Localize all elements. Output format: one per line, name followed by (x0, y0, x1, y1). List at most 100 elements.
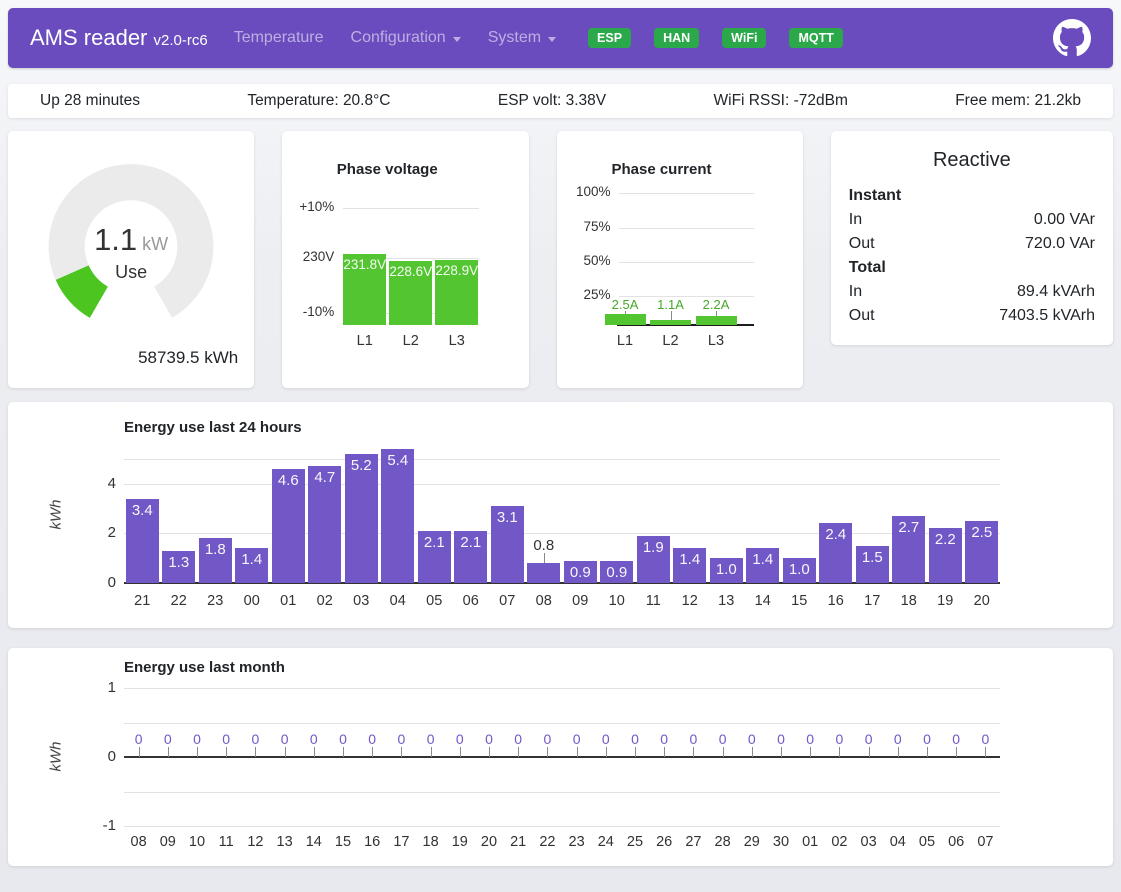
nav-item-system[interactable]: System (488, 29, 556, 47)
energy-bar-value: 0 (124, 731, 153, 747)
x-tick-label: 03 (854, 834, 883, 850)
gauge-value: 1.1 (94, 222, 137, 257)
x-tick-label: 08 (526, 593, 563, 609)
x-tick-label: L1 (343, 333, 386, 349)
x-tick-label: L3 (435, 333, 478, 349)
x-tick-label: 19 (445, 834, 474, 850)
x-tick-label: 04 (380, 593, 417, 609)
label-connector-line (752, 747, 753, 757)
label-connector-line (869, 747, 870, 757)
energy-bar-22: 1.3 (162, 551, 195, 583)
x-tick-label: 09 (153, 834, 182, 850)
energy-bar-19: 2.2 (929, 528, 962, 583)
status-item: ESP volt: 3.38V (498, 92, 606, 110)
energy-bar-value: 0.8 (526, 537, 563, 554)
current-bar-value: 1.1A (650, 297, 691, 312)
gridline (124, 484, 1000, 485)
energy-bar-value: 2.5 (963, 524, 1000, 541)
phase-current-chart: 100%75%50%25%2.5AL11.1AL22.2AL3 (557, 186, 803, 361)
x-tick-label: 03 (343, 593, 380, 609)
energy-bar-value: 1.4 (671, 551, 708, 568)
energy-bar-value: 1.0 (708, 561, 745, 578)
gauge-label: Use (8, 262, 254, 283)
x-tick-label: 22 (533, 834, 562, 850)
energy-bar-value: 2.1 (416, 534, 453, 551)
app-title[interactable]: AMS reader v2.0-rc6 (30, 25, 208, 51)
label-connector-line (898, 747, 899, 757)
energy-bar-value: 0 (153, 731, 182, 747)
energy-bar-value: 4.6 (270, 472, 307, 489)
x-tick-label: 06 (942, 834, 971, 850)
energy-bar-value: 0 (708, 731, 737, 747)
gridline (124, 533, 1000, 534)
reactive-title: Reactive (849, 149, 1095, 172)
energy-bar-02: 4.7 (308, 466, 341, 583)
github-icon (1053, 19, 1091, 57)
energy-bar-value: 0 (241, 731, 270, 747)
energy-bar-10: 0.9 (600, 561, 633, 583)
x-tick-label: 24 (591, 834, 620, 850)
energy-month-chart: 10-1kWh008009010011012013014015016017018… (8, 648, 1113, 866)
label-connector-line (518, 747, 519, 757)
voltage-bar-value: 228.9V (435, 263, 478, 278)
label-connector-line (285, 747, 286, 757)
y-tick-label: -10% (282, 304, 334, 319)
energy-bar-06: 2.1 (454, 531, 487, 583)
nav-item-temperature[interactable]: Temperature (234, 29, 324, 47)
label-connector-line (839, 747, 840, 757)
label-connector-line (401, 747, 402, 757)
gridline (124, 826, 1000, 827)
nav-item-label: System (488, 29, 541, 47)
badge-esp: ESP (588, 28, 631, 49)
x-tick-label: 14 (299, 834, 328, 850)
energy-bar-00: 1.4 (235, 548, 268, 583)
reactive-row-label: In (849, 280, 862, 304)
label-connector-line (625, 311, 626, 314)
energy-bar-value: 5.4 (379, 452, 416, 469)
chevron-down-icon (548, 37, 556, 42)
reactive-row-total-in: In89.4 kVArh (849, 280, 1095, 304)
nav-item-configuration[interactable]: Configuration (351, 29, 461, 47)
x-tick-label: L3 (696, 333, 737, 349)
label-connector-line (781, 747, 782, 757)
energy-bar-value: 0 (299, 731, 328, 747)
current-bar-l1 (605, 314, 646, 325)
phase-voltage-chart: +10%230V-10%231.8VL1228.6VL2228.9VL3 (282, 196, 528, 361)
energy-bar-value: 0 (358, 731, 387, 747)
y-tick-label: +10% (282, 199, 334, 214)
x-tick-label: 19 (927, 593, 964, 609)
gridline (619, 262, 754, 263)
energy-bar-value: 1.4 (744, 551, 781, 568)
energy-bar-03: 5.2 (345, 454, 378, 583)
energy-bar-value: 1.0 (781, 561, 818, 578)
x-tick-label: 06 (453, 593, 490, 609)
label-connector-line (460, 747, 461, 757)
y-tick-label: 100% (557, 184, 611, 199)
energy-bar-value: 0 (416, 731, 445, 747)
energy-bar-value: 0 (912, 731, 941, 747)
energy-bar-value: 5.2 (343, 457, 380, 474)
voltage-bar-l3: 228.9V (435, 260, 478, 325)
gridline (343, 208, 479, 209)
x-tick-label: 01 (270, 593, 307, 609)
current-bar-value: 2.2A (696, 297, 737, 312)
label-connector-line (139, 747, 140, 757)
label-connector-line (956, 747, 957, 757)
energy-bar-value: 1.8 (197, 541, 234, 558)
energy-bar-value: 0 (854, 731, 883, 747)
reactive-card: Reactive InstantIn0.00 VArOut720.0 VArTo… (831, 131, 1113, 345)
energy-bar-value: 0 (445, 731, 474, 747)
x-tick-label: 20 (964, 593, 1001, 609)
label-connector-line (489, 747, 490, 757)
energy-bar-value: 3.4 (124, 502, 161, 519)
energy-bar-17: 1.5 (856, 546, 889, 583)
voltage-bar-value: 231.8V (343, 257, 386, 272)
x-tick-label: 22 (161, 593, 198, 609)
energy-bar-07: 3.1 (491, 506, 524, 583)
y-tick-label: 230V (282, 249, 334, 264)
github-link[interactable] (1053, 19, 1091, 57)
x-tick-label: 10 (182, 834, 211, 850)
main-nav: Temperature Configuration System (234, 29, 583, 47)
energy-bar-18: 2.7 (892, 516, 925, 583)
x-tick-label: 21 (504, 834, 533, 850)
